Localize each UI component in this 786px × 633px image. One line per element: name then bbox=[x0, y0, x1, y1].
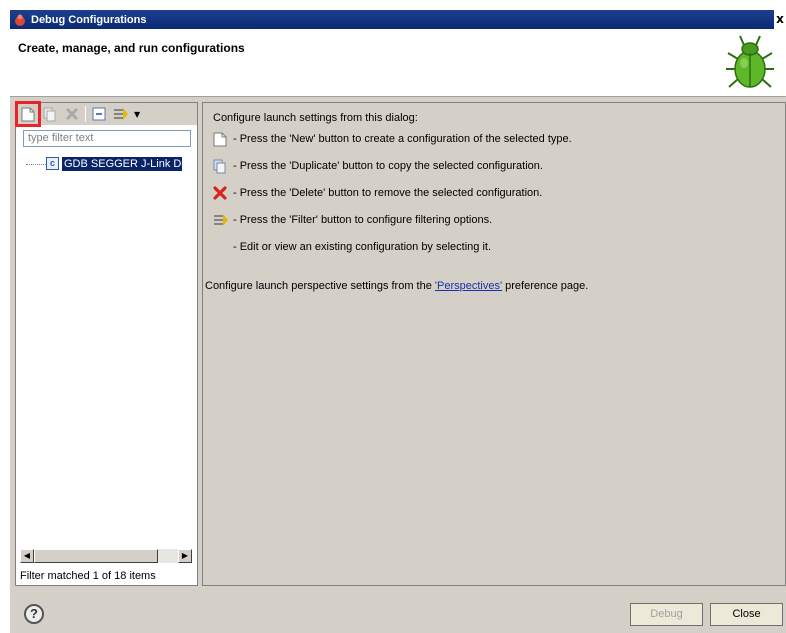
toolbar-separator bbox=[85, 106, 86, 122]
filter-input[interactable]: type filter text bbox=[23, 130, 191, 147]
filter-icon bbox=[213, 213, 228, 227]
window-titlebar: Debug Configurations x bbox=[10, 10, 786, 29]
window-close-button[interactable]: x bbox=[774, 10, 786, 29]
help-row-new: - Press the 'New' button to create a con… bbox=[213, 132, 572, 147]
scroll-track[interactable] bbox=[34, 549, 178, 563]
help-row-edit: - Edit or view an existing configuration… bbox=[213, 240, 491, 254]
blank-icon bbox=[213, 240, 227, 254]
duplicate-icon bbox=[43, 107, 56, 121]
debug-app-icon bbox=[13, 13, 27, 27]
c-config-icon: c bbox=[46, 157, 59, 170]
window-title: Debug Configurations bbox=[31, 13, 147, 26]
configuration-tree: c GDB SEGGER J-Link Debugg bbox=[26, 155, 198, 172]
filter-button[interactable] bbox=[112, 105, 130, 123]
delete-icon bbox=[65, 107, 79, 121]
close-button[interactable]: Close bbox=[710, 603, 783, 626]
launch-settings-panel: Configure launch settings from this dial… bbox=[202, 102, 786, 586]
new-config-icon bbox=[21, 106, 35, 121]
delete-icon bbox=[213, 186, 227, 200]
dialog-body: ▼ type filter text c GDB SEGGER J-Link D… bbox=[10, 97, 786, 633]
perspectives-link[interactable]: 'Perspectives' bbox=[435, 280, 502, 292]
configuration-tree-panel: ▼ type filter text c GDB SEGGER J-Link D… bbox=[15, 101, 198, 586]
tree-item-gdb-segger[interactable]: c GDB SEGGER J-Link Debugg bbox=[26, 155, 198, 172]
tree-item-label: GDB SEGGER J-Link Debugg bbox=[62, 156, 182, 171]
scroll-right-arrow[interactable]: ▶ bbox=[178, 549, 192, 563]
debug-button[interactable]: Debug bbox=[630, 603, 703, 626]
collapse-all-icon bbox=[92, 107, 106, 121]
perspective-prefix: Configure launch perspective settings fr… bbox=[205, 280, 435, 292]
help-row-filter: - Press the 'Filter' button to configure… bbox=[213, 213, 492, 227]
help-button[interactable]: ? bbox=[24, 604, 44, 624]
horizontal-scrollbar[interactable]: ◀ ▶ bbox=[20, 549, 192, 563]
delete-button[interactable] bbox=[63, 105, 81, 123]
help-text-new: - Press the 'New' button to create a con… bbox=[233, 133, 572, 145]
filter-status: Filter matched 1 of 18 items bbox=[20, 570, 156, 582]
tree-toolbar: ▼ bbox=[15, 101, 197, 127]
help-text-edit: - Edit or view an existing configuration… bbox=[233, 241, 492, 253]
intro-text: Configure launch settings from this dial… bbox=[213, 112, 418, 124]
duplicate-icon bbox=[213, 159, 227, 174]
perspective-suffix: preference page. bbox=[502, 280, 589, 292]
scroll-left-arrow[interactable]: ◀ bbox=[20, 549, 34, 563]
filter-icon bbox=[114, 108, 128, 120]
tree-connector-line bbox=[26, 163, 46, 165]
help-row-duplicate: - Press the 'Duplicate' button to copy t… bbox=[213, 159, 543, 174]
scroll-thumb[interactable] bbox=[34, 549, 158, 563]
bug-icon bbox=[724, 33, 776, 93]
new-configuration-button[interactable] bbox=[15, 101, 41, 127]
dialog-header: Create, manage, and run configurations bbox=[10, 29, 786, 97]
help-text-delete: - Press the 'Delete' button to remove th… bbox=[233, 187, 543, 199]
duplicate-button[interactable] bbox=[41, 105, 59, 123]
new-config-icon bbox=[213, 132, 227, 147]
collapse-all-button[interactable] bbox=[90, 105, 108, 123]
help-text-duplicate: - Press the 'Duplicate' button to copy t… bbox=[233, 160, 543, 172]
help-row-delete: - Press the 'Delete' button to remove th… bbox=[213, 186, 542, 200]
help-text-filter: - Press the 'Filter' button to configure… bbox=[233, 214, 493, 226]
dialog-heading: Create, manage, and run configurations bbox=[18, 41, 245, 55]
perspective-text: Configure launch perspective settings fr… bbox=[205, 280, 588, 292]
filter-dropdown-icon[interactable]: ▼ bbox=[134, 110, 142, 119]
